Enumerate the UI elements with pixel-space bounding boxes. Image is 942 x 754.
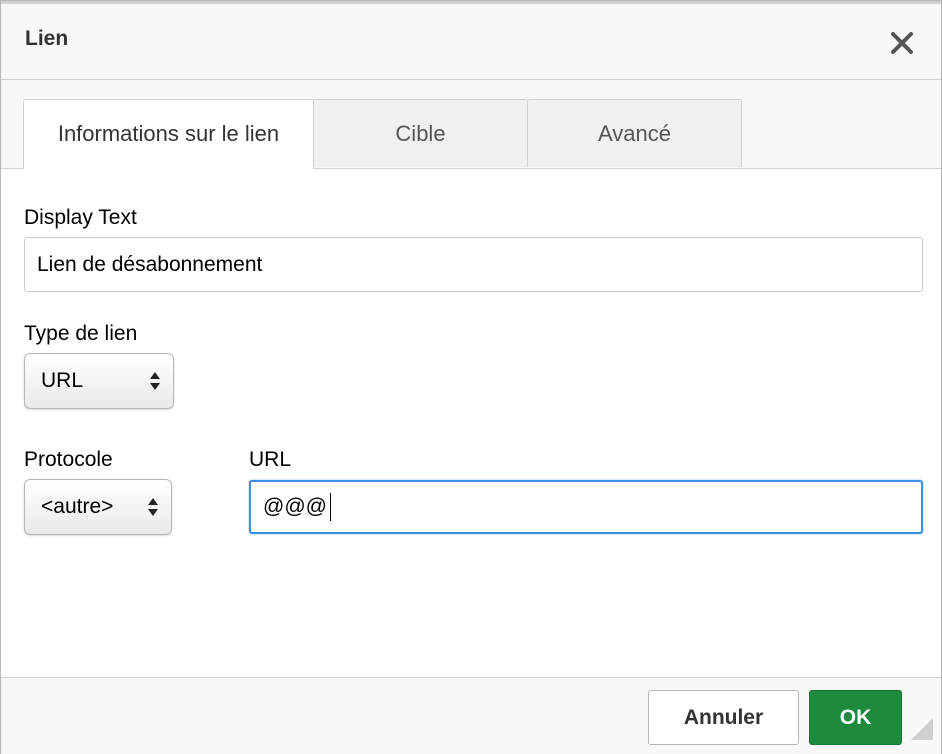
protocol-label: Protocole bbox=[24, 448, 113, 471]
text-caret bbox=[329, 493, 331, 521]
close-icon[interactable] bbox=[887, 28, 917, 58]
dialog-footer: Annuler OK bbox=[1, 677, 941, 754]
resize-handle-icon[interactable] bbox=[911, 718, 933, 740]
top-strip bbox=[1, 1, 941, 4]
dialog-title: Lien bbox=[25, 27, 69, 50]
dialog-titlebar: Lien bbox=[1, 1, 941, 80]
ok-button[interactable]: OK bbox=[809, 690, 902, 745]
tab-link-info[interactable]: Informations sur le lien bbox=[23, 99, 314, 169]
link-type-value: URL bbox=[41, 369, 84, 392]
protocol-select[interactable]: <autre> bbox=[24, 479, 172, 535]
link-type-label: Type de lien bbox=[24, 322, 138, 345]
url-value: @@@ bbox=[263, 495, 327, 518]
tab-advanced[interactable]: Avancé bbox=[527, 99, 742, 167]
protocol-value: <autre> bbox=[41, 495, 114, 518]
link-type-select[interactable]: URL bbox=[24, 353, 174, 409]
cancel-button[interactable]: Annuler bbox=[648, 690, 799, 745]
display-text-input[interactable]: Lien de désabonnement bbox=[24, 237, 923, 292]
display-text-label: Display Text bbox=[24, 206, 137, 229]
display-text-value: Lien de désabonnement bbox=[37, 252, 263, 276]
select-arrows-icon bbox=[150, 372, 160, 390]
select-arrows-icon bbox=[148, 498, 158, 516]
url-input[interactable]: @@@ bbox=[249, 480, 923, 534]
tab-bar: Informations sur le lien Cible Avancé bbox=[1, 80, 941, 169]
link-dialog: Lien Informations sur le lien Cible Avan… bbox=[0, 0, 942, 754]
tab-target[interactable]: Cible bbox=[313, 99, 528, 167]
url-label: URL bbox=[249, 448, 292, 471]
